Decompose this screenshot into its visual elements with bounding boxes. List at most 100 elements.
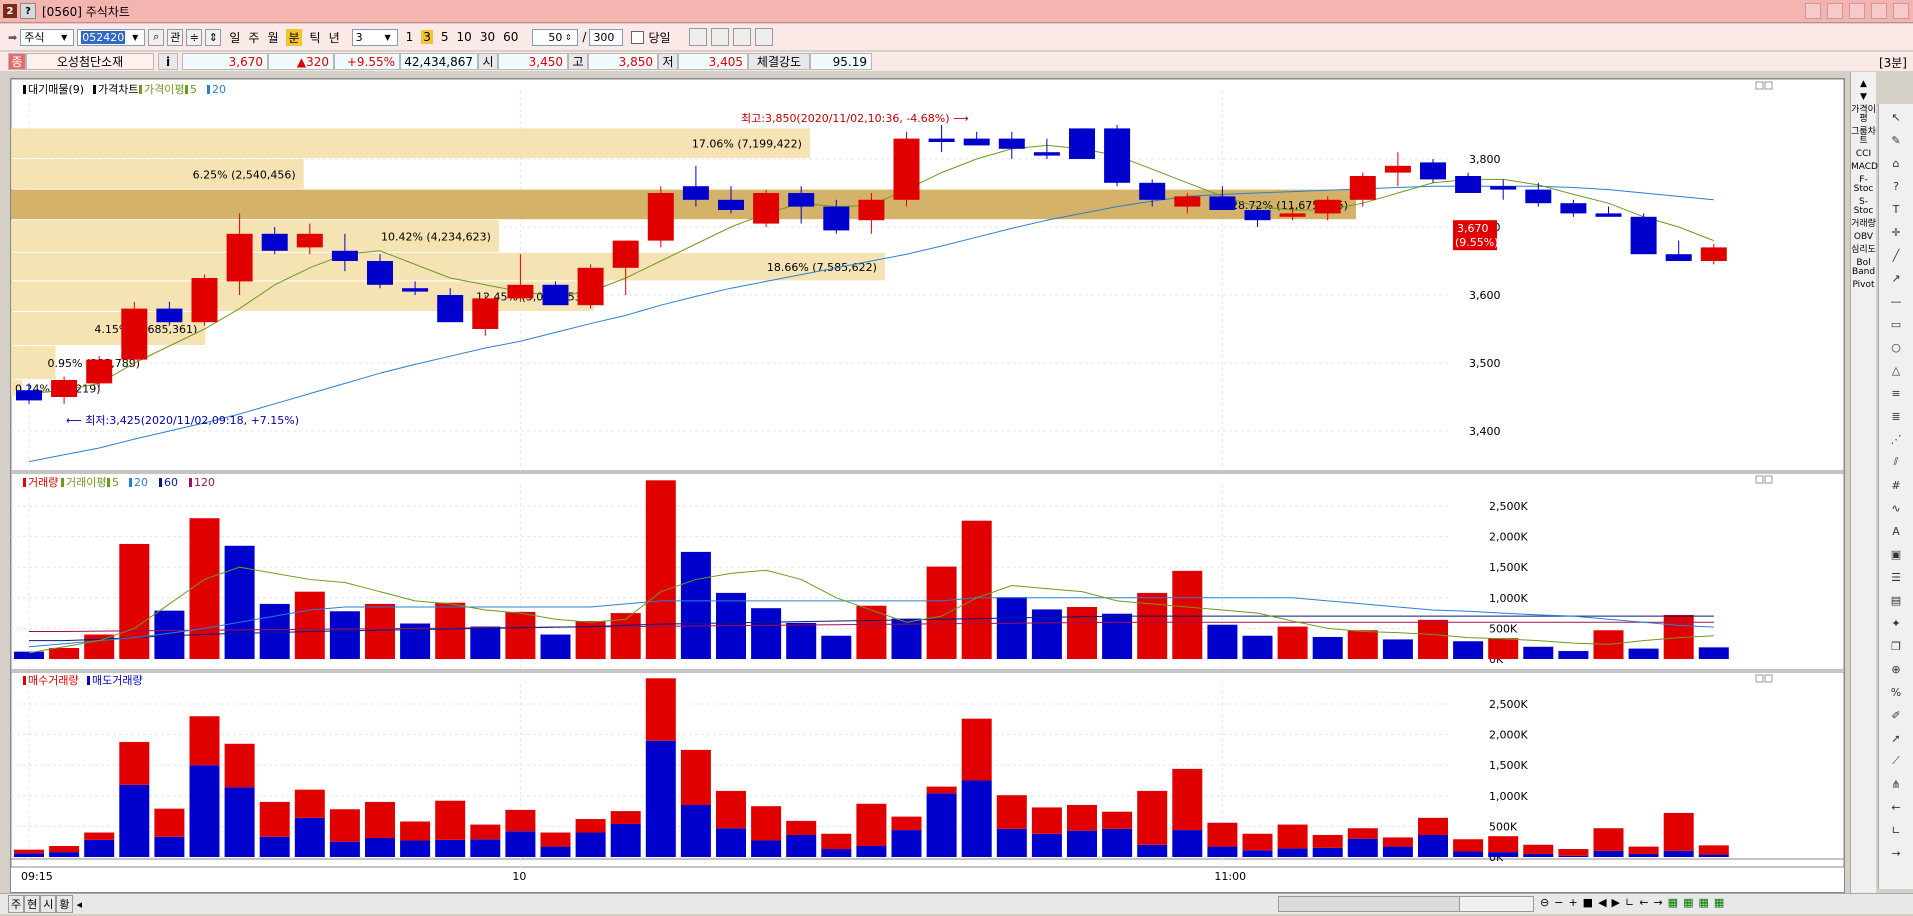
- indicator-item-0[interactable]: 가격이평: [1851, 106, 1876, 124]
- magnet-icon[interactable]: ⌂: [1883, 153, 1909, 173]
- excel-icon[interactable]: ▦: [1668, 896, 1678, 909]
- text-icon[interactable]: T: [1883, 199, 1909, 219]
- window-icon[interactable]: ▣: [1883, 544, 1909, 564]
- layout1-icon[interactable]: ▦: [1683, 896, 1693, 909]
- auto-icon[interactable]: A: [1883, 521, 1909, 541]
- scrollbar-thumb[interactable]: [1279, 897, 1460, 911]
- window-close-icon[interactable]: [1893, 3, 1909, 19]
- link-arrow-icon[interactable]: ➡: [8, 31, 17, 44]
- period-year[interactable]: 년: [329, 29, 340, 46]
- gann-icon[interactable]: ⋰: [1883, 429, 1909, 449]
- fib-icon[interactable]: ≣: [1883, 406, 1909, 426]
- today-checkbox[interactable]: [631, 30, 645, 44]
- tab-scroll-left-icon[interactable]: ◂: [77, 898, 83, 911]
- corner-icon[interactable]: ∟: [1625, 896, 1634, 909]
- ratio-icon[interactable]: %: [1883, 682, 1909, 702]
- hline-icon[interactable]: —: [1883, 291, 1909, 311]
- period-week[interactable]: 주: [248, 29, 259, 46]
- panel-scroll-down-icon[interactable]: ▼: [1851, 93, 1876, 102]
- question-icon[interactable]: ?: [1883, 176, 1909, 196]
- chart-scrollbar[interactable]: [1278, 896, 1534, 912]
- indicator-item-3[interactable]: MACD: [1851, 163, 1878, 172]
- arrow-icon[interactable]: ➚: [1883, 728, 1909, 748]
- layout2-icon[interactable]: ▦: [1698, 896, 1708, 909]
- stock-name[interactable]: 오성첨단소재: [26, 53, 154, 70]
- layout3-icon[interactable]: ▦: [1714, 896, 1724, 909]
- tab-si[interactable]: 시: [40, 895, 57, 913]
- grid-icon[interactable]: #: [1883, 475, 1909, 495]
- indicator-item-6[interactable]: 거래량: [1851, 220, 1876, 229]
- zigzag-icon[interactable]: ⟋: [1883, 751, 1909, 771]
- search-button[interactable]: ⌕: [148, 28, 165, 46]
- chart-corner-icon[interactable]: ∟: [1883, 820, 1909, 840]
- indicator-item-8[interactable]: 심리도: [1851, 246, 1876, 255]
- eraser-icon[interactable]: ✎: [1883, 130, 1909, 150]
- rect-icon[interactable]: ▭: [1883, 314, 1909, 334]
- copy-icon[interactable]: ❐: [1883, 636, 1909, 656]
- info-icon[interactable]: i: [158, 53, 178, 70]
- minus-icon[interactable]: −: [1554, 896, 1563, 909]
- wave-icon[interactable]: ∿: [1883, 498, 1909, 518]
- chart-left-icon[interactable]: ←: [1883, 797, 1909, 817]
- play-left-icon[interactable]: ◀: [1598, 896, 1606, 909]
- forward-icon[interactable]: →: [1653, 896, 1662, 909]
- period-month[interactable]: 월: [267, 29, 278, 46]
- adjust-button[interactable]: ≑: [186, 28, 203, 46]
- panel-scroll-up-icon[interactable]: ▲: [1851, 80, 1876, 89]
- indicator-item-4[interactable]: F-Stoc: [1851, 176, 1876, 194]
- indicator-item-2[interactable]: CCI: [1851, 150, 1876, 159]
- help-icon[interactable]: ?: [20, 3, 36, 19]
- crosshair-icon[interactable]: ✛: [1883, 222, 1909, 242]
- window-minimize-icon[interactable]: [1849, 3, 1865, 19]
- period-day[interactable]: 일: [229, 29, 240, 46]
- window-menu-icon[interactable]: [1805, 3, 1821, 19]
- period-tick[interactable]: 틱: [310, 29, 321, 46]
- plus-icon[interactable]: +: [1568, 896, 1577, 909]
- settings-icon[interactable]: [710, 28, 729, 46]
- interval-select[interactable]: 3 ▼: [351, 28, 398, 46]
- print-icon[interactable]: [732, 28, 751, 46]
- circle-icon[interactable]: ○: [1883, 337, 1909, 357]
- tab-ju[interactable]: 주: [8, 895, 25, 913]
- wrench-icon[interactable]: ✦: [1883, 613, 1909, 633]
- chart-right-icon[interactable]: →: [1883, 843, 1909, 863]
- interval-1[interactable]: 1: [406, 30, 414, 44]
- calc-icon[interactable]: ▤: [1883, 590, 1909, 610]
- play-right-icon[interactable]: ▶: [1612, 896, 1620, 909]
- zoom-out-icon[interactable]: ⊖: [1540, 896, 1549, 909]
- back-icon[interactable]: ←: [1639, 896, 1648, 909]
- tab-hyeon[interactable]: 현: [24, 895, 41, 913]
- interval-30[interactable]: 30: [480, 30, 495, 44]
- save-icon[interactable]: [754, 28, 773, 46]
- list-icon[interactable]: ☰: [1883, 567, 1909, 587]
- indicator-item-10[interactable]: Pivot: [1851, 281, 1876, 290]
- indicator-item-5[interactable]: S-Stoc: [1851, 198, 1876, 216]
- window-restore-icon[interactable]: [1827, 3, 1843, 19]
- channel-icon[interactable]: ≡: [1883, 383, 1909, 403]
- chart-svg[interactable]: 3,4003,5003,6003,7003,8000.24% (10,219)0…: [10, 78, 1845, 892]
- zoom-icon[interactable]: ⊕: [1883, 659, 1909, 679]
- chart-area[interactable]: 3,4003,5003,6003,7003,8000.24% (10,219)0…: [10, 78, 1845, 893]
- market-select[interactable]: 주식 ▼: [20, 28, 75, 46]
- watchlist-button[interactable]: 관: [167, 28, 184, 46]
- period-minute[interactable]: 분: [286, 28, 302, 46]
- window-badge-icon[interactable]: 2: [3, 4, 17, 18]
- fan-icon[interactable]: ⋔: [1883, 774, 1909, 794]
- interval-60[interactable]: 60: [503, 30, 518, 44]
- trendline-icon[interactable]: ↗: [1883, 268, 1909, 288]
- stepper-button[interactable]: ⇕: [205, 28, 222, 46]
- interval-5[interactable]: 5: [441, 30, 449, 44]
- indicator-item-1[interactable]: 그룹차트: [1851, 128, 1876, 146]
- stop-icon[interactable]: ■: [1583, 896, 1593, 909]
- view-count-input[interactable]: 50 ⇕: [532, 28, 579, 46]
- line-icon[interactable]: ╱: [1883, 245, 1909, 265]
- pen-icon[interactable]: ✐: [1883, 705, 1909, 725]
- total-count-input[interactable]: 300: [589, 28, 624, 46]
- chart-config-icon[interactable]: [688, 28, 707, 46]
- window-maximize-icon[interactable]: [1871, 3, 1887, 19]
- interval-3[interactable]: 3: [421, 30, 433, 44]
- interval-10[interactable]: 10: [457, 30, 472, 44]
- parallel-icon[interactable]: ⫽: [1883, 452, 1909, 472]
- indicator-item-9[interactable]: Bol Band: [1851, 259, 1876, 277]
- stock-code-input[interactable]: 052420 ▼: [77, 28, 146, 46]
